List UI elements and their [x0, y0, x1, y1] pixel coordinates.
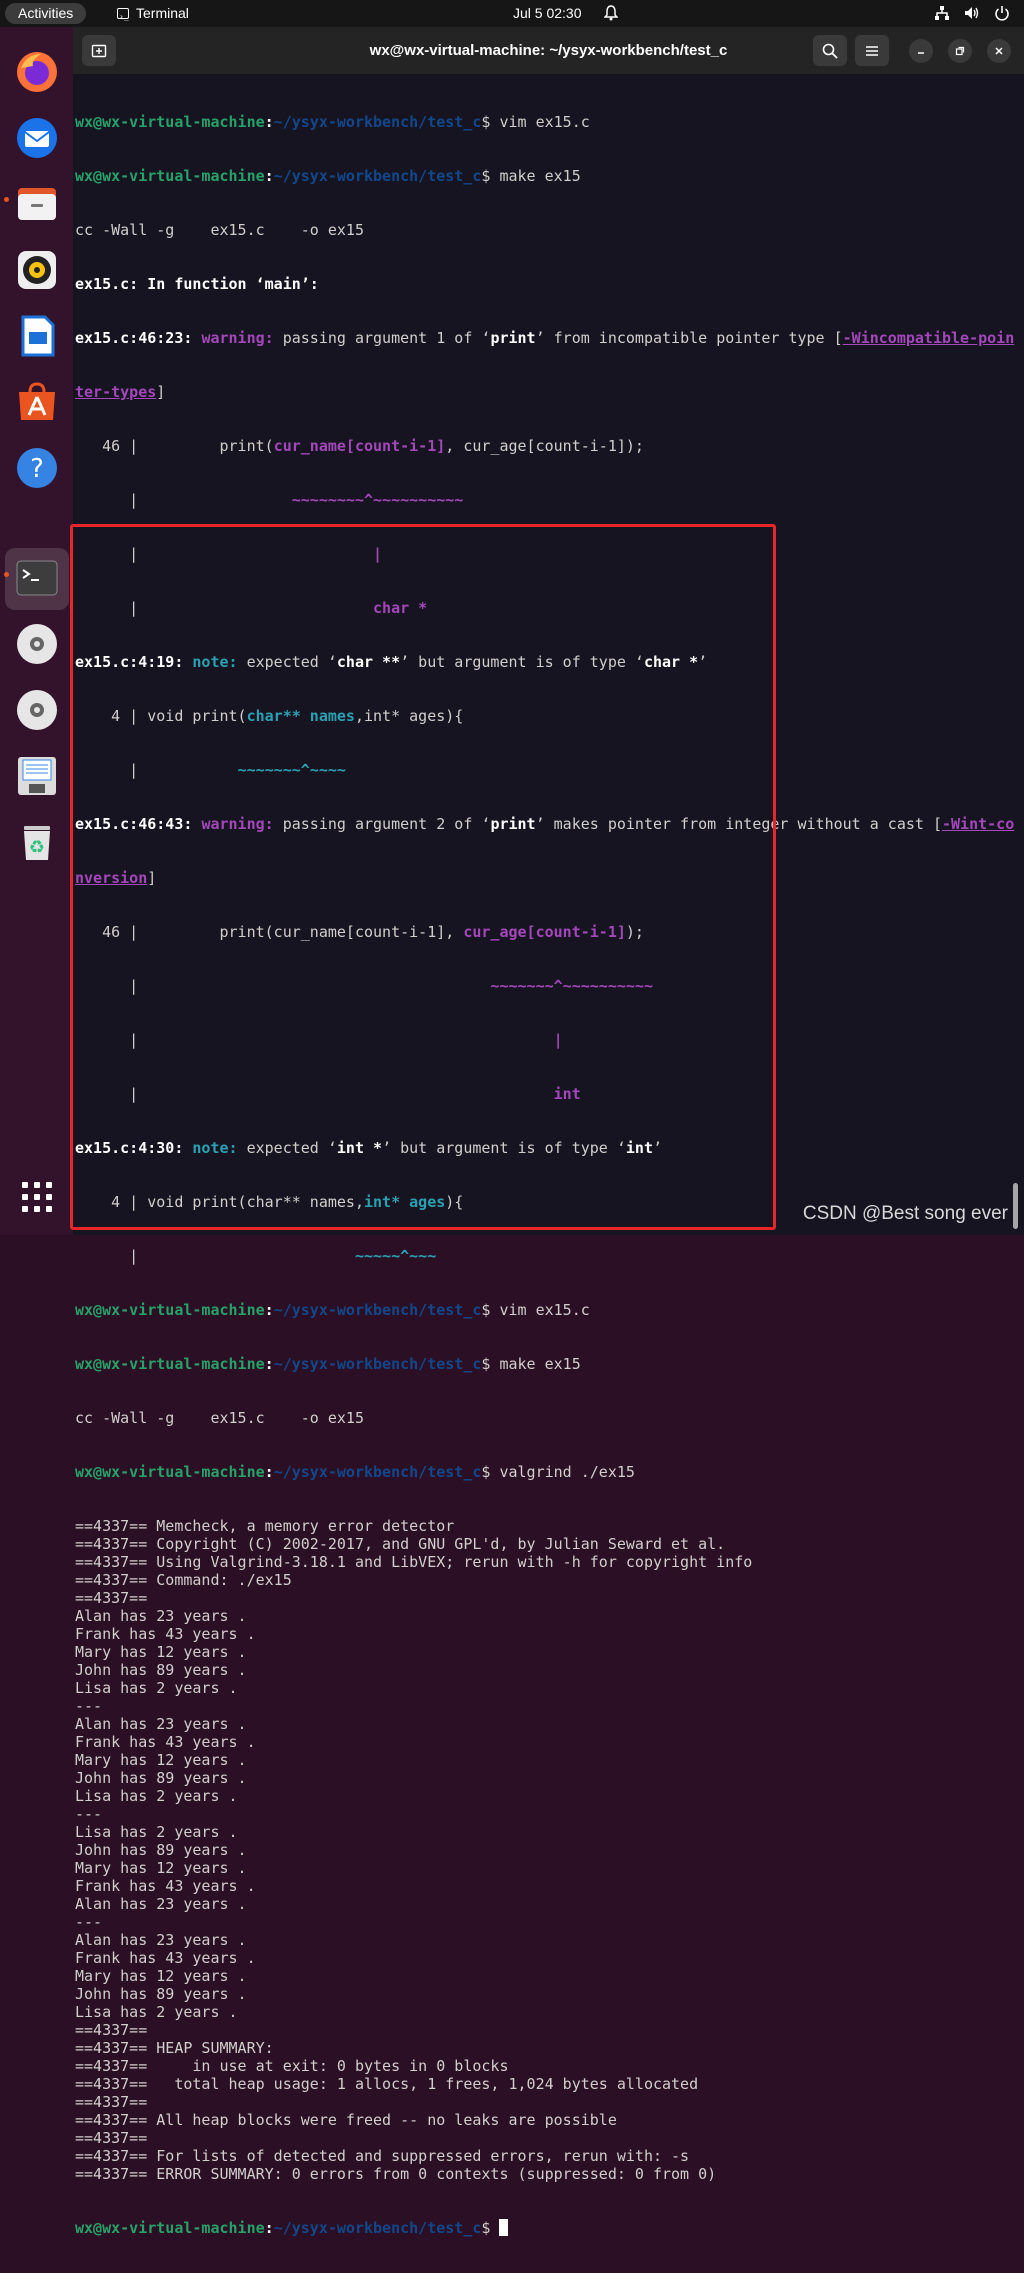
clock[interactable]: Jul 5 02:30: [513, 0, 582, 27]
help-icon[interactable]: ?: [13, 444, 61, 492]
activities-button[interactable]: Activities: [5, 3, 87, 24]
output-line: ==4337==: [75, 2093, 148, 2111]
output-line: ==4337== total heap usage: 1 allocs, 1 f…: [75, 2075, 699, 2093]
output-line: Alan has 23 years .: [75, 1715, 247, 1733]
optical-disc-icon[interactable]: [13, 686, 61, 734]
output-line: ==4337== Copyright (C) 2002-2017, and GN…: [75, 1535, 726, 1553]
hamburger-icon: [866, 45, 878, 56]
app-menu[interactable]: Terminal: [117, 0, 189, 30]
in-function-line: ex15.c: In function ‘main’:: [75, 275, 319, 293]
output-line: ---: [75, 1805, 103, 1823]
output-line: ==4337== HEAP SUMMARY:: [75, 2039, 274, 2057]
prompt-line: wx@wx-virtual-machine:~/ysyx-workbench/t…: [75, 1355, 581, 1373]
show-applications-icon[interactable]: [13, 1173, 61, 1221]
output-line: Mary has 12 years .: [75, 1643, 247, 1661]
output-line: Alan has 23 years .: [75, 1607, 247, 1625]
output-line: Lisa has 2 years .: [75, 1787, 238, 1805]
highlight-box: [70, 524, 776, 1230]
svg-text:?: ?: [30, 454, 44, 484]
caret-line: | ~~~~~~~~^~~~~~~~~~~: [75, 491, 464, 509]
output-line: John has 89 years .: [75, 1769, 247, 1787]
trash-icon[interactable]: ♻: [13, 818, 61, 866]
output-line: ==4337==: [75, 2129, 148, 2147]
output-line: Lisa has 2 years .: [75, 1823, 238, 1841]
close-button[interactable]: [987, 39, 1011, 63]
output-line: Mary has 12 years .: [75, 1967, 247, 1985]
output-line: Frank has 43 years .: [75, 1733, 256, 1751]
terminal-icon[interactable]: [13, 554, 61, 602]
prompt-line: wx@wx-virtual-machine:~/ysyx-workbench/t…: [75, 167, 581, 185]
output-line: ==4337== Memcheck, a memory error detect…: [75, 1517, 455, 1535]
volume-icon: [965, 7, 979, 19]
output-line: John has 89 years .: [75, 1985, 247, 2003]
output-line: Frank has 43 years .: [75, 1949, 256, 1967]
output-line: Alan has 23 years .: [75, 1895, 247, 1913]
compiler-command: cc -Wall -g ex15.c -o ex15: [75, 1409, 364, 1427]
scrollbar[interactable]: [1013, 1183, 1018, 1229]
prompt-line: wx@wx-virtual-machine:~/ysyx-workbench/t…: [75, 2219, 1024, 2237]
optical-disc-icon[interactable]: [13, 620, 61, 668]
menu-button[interactable]: [855, 35, 889, 66]
output-line: Lisa has 2 years .: [75, 2003, 238, 2021]
running-indicator: [4, 197, 9, 202]
output-line: ==4337== Command: ./ex15: [75, 1571, 292, 1589]
minimize-icon: [918, 52, 924, 54]
prompt-line: wx@wx-virtual-machine:~/ysyx-workbench/t…: [75, 113, 590, 131]
text-cursor: [499, 2219, 509, 2236]
valgrind-output: ==4337== Memcheck, a memory error detect…: [75, 1517, 1024, 2183]
output-line: Mary has 12 years .: [75, 1859, 247, 1877]
dock: ? ♻: [0, 27, 73, 1235]
close-icon: [995, 47, 1003, 55]
app-center-icon[interactable]: [13, 378, 61, 426]
output-line: ==4337== For lists of detected and suppr…: [75, 2147, 690, 2165]
thunderbird-icon[interactable]: [13, 114, 61, 162]
header-bar[interactable]: wx@wx-virtual-machine: ~/ysyx-workbench/…: [73, 27, 1024, 74]
search-button[interactable]: [813, 35, 847, 66]
files-icon[interactable]: [13, 180, 61, 228]
terminal-icon: [117, 3, 129, 30]
warning-line: ex15.c:46:23: warning: passing argument …: [75, 329, 1015, 347]
output-line: Mary has 12 years .: [75, 1751, 247, 1769]
output-line: Lisa has 2 years .: [75, 1679, 238, 1697]
running-indicator: [4, 572, 9, 577]
output-line: John has 89 years .: [75, 1661, 247, 1679]
floppy-icon[interactable]: [13, 752, 61, 800]
source-line: 46 | print(cur_name[count-i-1], cur_age[…: [75, 437, 644, 455]
top-bar: Activities Terminal Jul 5 02:30: [0, 0, 1024, 30]
warning-line-wrap: ter-types]: [75, 383, 166, 401]
libreoffice-writer-icon[interactable]: [13, 312, 61, 360]
output-line: ==4337==: [75, 2021, 148, 2039]
minimize-button[interactable]: [909, 39, 933, 63]
output-line: Alan has 23 years .: [75, 1931, 247, 1949]
output-line: ==4337== Using Valgrind-3.18.1 and LibVE…: [75, 1553, 753, 1571]
search-icon: [822, 43, 838, 59]
output-line: ==4337== ERROR SUMMARY: 0 errors from 0 …: [75, 2165, 717, 2183]
output-line: John has 89 years .: [75, 1841, 247, 1859]
output-line: ==4337==: [75, 1589, 148, 1607]
compiler-command: cc -Wall -g ex15.c -o ex15: [75, 221, 364, 239]
app-name: Terminal: [136, 5, 189, 21]
prompt-line: wx@wx-virtual-machine:~/ysyx-workbench/t…: [75, 1463, 635, 1481]
firefox-icon[interactable]: [13, 48, 61, 96]
network-icon: [935, 6, 949, 20]
output-line: ==4337== in use at exit: 0 bytes in 0 bl…: [75, 2057, 509, 2075]
bell-icon[interactable]: [604, 5, 618, 21]
power-icon: [995, 6, 1009, 21]
svg-text:♻: ♻: [29, 837, 45, 858]
rhythmbox-icon[interactable]: [13, 246, 61, 294]
prompt-line: wx@wx-virtual-machine:~/ysyx-workbench/t…: [75, 1301, 590, 1319]
system-tray[interactable]: [934, 5, 1010, 21]
output-line: Frank has 43 years .: [75, 1625, 256, 1643]
output-line: ---: [75, 1697, 103, 1715]
watermark: CSDN @Best song ever: [802, 1203, 1008, 1224]
maximize-button[interactable]: [948, 39, 972, 63]
caret-line: | ~~~~~^~~~: [75, 1247, 437, 1265]
restore-icon: [955, 46, 965, 56]
output-line: ---: [75, 1913, 103, 1931]
output-line: Frank has 43 years .: [75, 1877, 256, 1895]
output-line: ==4337== All heap blocks were freed -- n…: [75, 2111, 617, 2129]
